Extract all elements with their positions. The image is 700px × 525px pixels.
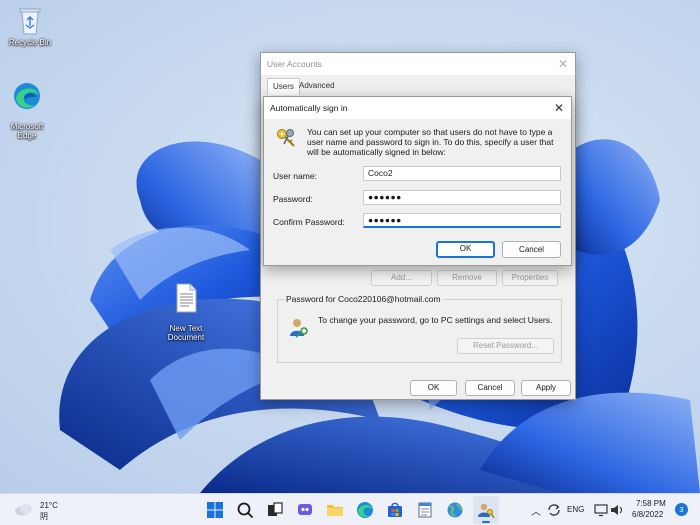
taskbar: 21°C 阴 ︿ ENG 7:58 PM 6/8/2022 3 bbox=[0, 493, 700, 525]
password-label: Password: bbox=[273, 194, 313, 204]
close-icon[interactable]: ✕ bbox=[551, 100, 567, 116]
edge-taskbar-icon[interactable] bbox=[356, 501, 374, 519]
auto-signin-title: Automatically sign in bbox=[270, 103, 348, 113]
search-icon[interactable] bbox=[236, 501, 254, 519]
auto-signin-titlebar[interactable]: Automatically sign in ✕ bbox=[264, 97, 571, 119]
clock-date[interactable]: 6/8/2022 bbox=[632, 510, 663, 519]
auto-signin-cancel-button[interactable]: Cancel bbox=[502, 241, 561, 258]
keys-icon bbox=[277, 129, 295, 147]
user-accounts-app-icon bbox=[478, 503, 495, 519]
remove-user-button[interactable]: Remove bbox=[437, 270, 497, 286]
user-accounts-titlebar[interactable]: User Accounts ✕ bbox=[261, 53, 575, 75]
password-group-text: To change your password, go to PC settin… bbox=[318, 315, 553, 325]
clock-time[interactable]: 7:58 PM bbox=[636, 499, 666, 508]
add-user-button[interactable]: Add... bbox=[371, 270, 432, 286]
password-input[interactable]: ●●●●●● bbox=[363, 190, 561, 205]
auto-signin-ok-button[interactable]: OK bbox=[436, 241, 495, 258]
user-accounts-taskbar-button[interactable] bbox=[473, 496, 499, 524]
notification-badge[interactable]: 3 bbox=[675, 503, 688, 516]
user-accounts-tabs: Users Advanced bbox=[261, 75, 575, 95]
weather-condition: 阴 bbox=[40, 512, 48, 521]
text-document-icon bbox=[176, 283, 197, 313]
network-globe-icon[interactable] bbox=[446, 501, 464, 519]
cloudy-weather-icon bbox=[15, 504, 32, 516]
username-label: User name: bbox=[273, 171, 317, 181]
close-icon[interactable]: ✕ bbox=[555, 56, 571, 72]
edge-label: Microsoft Edge bbox=[10, 122, 44, 140]
auto-signin-description: You can set up your computer so that use… bbox=[307, 127, 554, 157]
weather-temperature: 21°C bbox=[40, 501, 58, 510]
confirm-password-input[interactable]: ●●●●●● bbox=[363, 213, 561, 228]
user-accounts-ok-button[interactable]: OK bbox=[410, 380, 457, 396]
tab-advanced[interactable]: Advanced bbox=[294, 78, 340, 95]
properties-button[interactable]: Properties bbox=[502, 270, 558, 286]
recycle-bin-icon bbox=[19, 8, 41, 35]
user-key-icon bbox=[290, 319, 308, 338]
confirm-password-label: Confirm Password: bbox=[273, 217, 345, 227]
user-accounts-cancel-button[interactable]: Cancel bbox=[465, 380, 515, 396]
file-explorer-icon[interactable] bbox=[326, 501, 344, 519]
desktop-icon-new-text-document[interactable]: New Text Document bbox=[156, 274, 216, 342]
volume-icon[interactable] bbox=[610, 503, 624, 517]
user-accounts-title: User Accounts bbox=[267, 59, 322, 69]
task-view-icon[interactable] bbox=[266, 501, 284, 519]
new-text-document-label: New Text Document bbox=[167, 324, 205, 342]
network-icon[interactable] bbox=[594, 503, 608, 517]
desktop-icon-recycle-bin[interactable]: Recycle Bin bbox=[0, 6, 60, 47]
desktop-icon-edge[interactable]: Microsoft Edge bbox=[0, 72, 57, 140]
password-group-label: Password for Coco220106@hotmail.com bbox=[284, 294, 443, 304]
recycle-bin-label: Recycle Bin bbox=[8, 38, 52, 47]
chat-icon[interactable] bbox=[296, 501, 314, 519]
active-app-indicator bbox=[482, 521, 490, 523]
sync-icon[interactable] bbox=[547, 503, 561, 517]
edge-icon bbox=[14, 83, 40, 109]
reset-password-button[interactable]: Reset Password... bbox=[457, 338, 554, 354]
password-group: Password for Coco220106@hotmail.com To c… bbox=[277, 294, 562, 363]
store-icon[interactable] bbox=[386, 501, 404, 519]
start-icon[interactable] bbox=[206, 501, 224, 519]
chevron-up-icon[interactable]: ︿ bbox=[531, 503, 541, 518]
notepad-icon[interactable] bbox=[416, 501, 434, 519]
language-indicator[interactable]: ENG bbox=[567, 505, 584, 514]
automatically-sign-in-dialog: Automatically sign in ✕ You can set up y… bbox=[263, 96, 572, 266]
username-input[interactable]: Coco2 bbox=[363, 166, 561, 181]
apply-button[interactable]: Apply bbox=[521, 380, 571, 396]
